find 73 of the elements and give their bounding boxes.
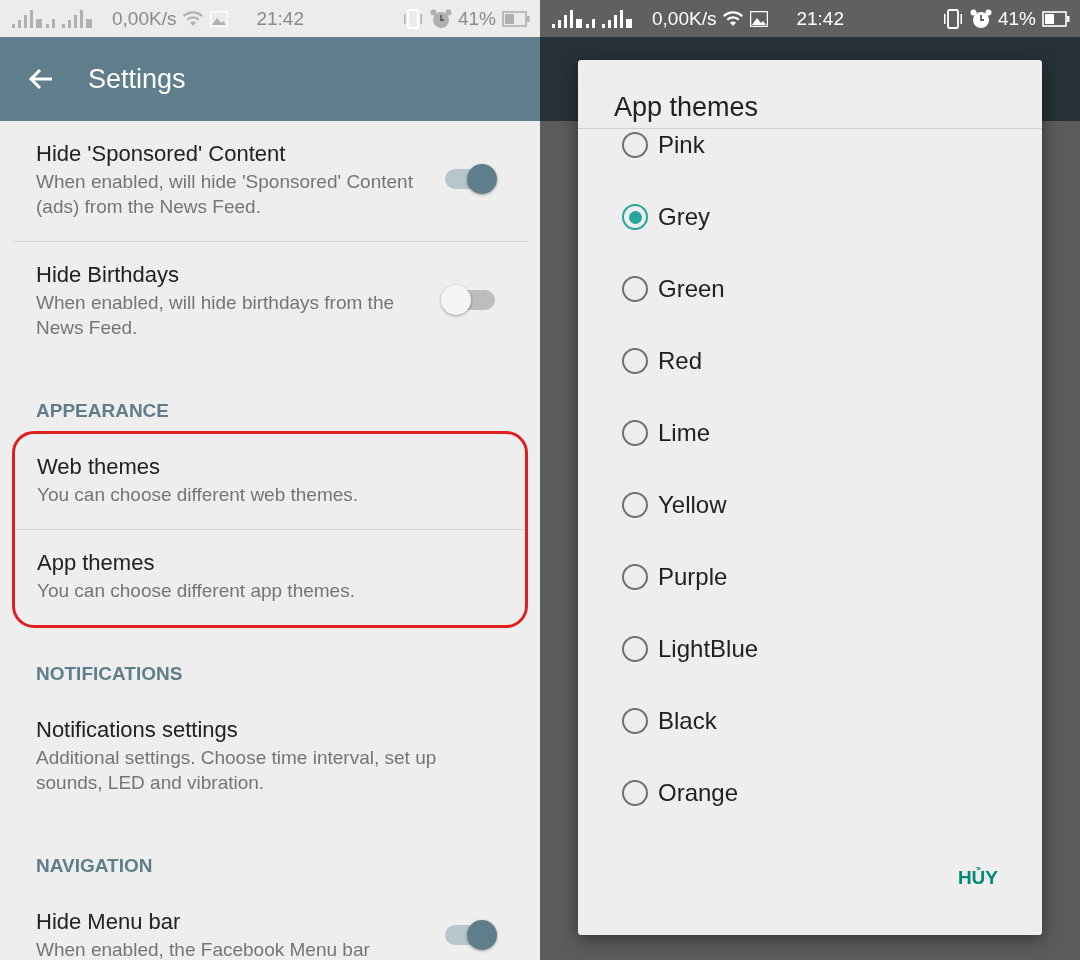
cancel-button[interactable]: HỦY bbox=[951, 861, 1004, 895]
setting-summary: Additional settings. Choose time interval, set up sounds, LED and vibration. bbox=[36, 746, 438, 795]
settings-item[interactable]: App themes You can choose different app themes. bbox=[15, 529, 525, 625]
option-label: Yellow bbox=[658, 491, 727, 519]
dialog-title: App themes bbox=[578, 60, 1042, 129]
setting-title: Notifications settings bbox=[36, 716, 239, 744]
setting-title: Hide 'Sponsored' Content bbox=[36, 140, 287, 168]
radio-button[interactable] bbox=[622, 780, 648, 806]
setting-title: Web themes bbox=[37, 453, 162, 481]
option-label: Orange bbox=[658, 779, 739, 807]
battery-icon bbox=[502, 10, 530, 27]
wifi-icon bbox=[722, 9, 745, 28]
settings-item[interactable]: Notifications settings Additional settings. Choose time interval, set up sounds, LED and vibration. bbox=[12, 697, 528, 817]
radio-button[interactable] bbox=[622, 492, 648, 518]
setting-title: Hide Birthdays bbox=[36, 261, 181, 289]
theme-option[interactable]: Pink bbox=[578, 129, 1042, 181]
settings-item[interactable]: Hide Birthdays When enabled, will hide birthdays from the News Feed. bbox=[12, 241, 528, 362]
theme-option[interactable]: Purple bbox=[578, 541, 1042, 613]
signal-icon bbox=[552, 8, 596, 29]
setting-title: App themes bbox=[37, 549, 156, 577]
setting-title: Hide Menu bar bbox=[36, 908, 182, 936]
section-header: APPEARANCE bbox=[35, 399, 171, 423]
settings-item[interactable]: Hide Menu bar When enabled, the Facebook Menu bar bbox=[12, 889, 528, 960]
image-icon bbox=[750, 10, 769, 27]
theme-option[interactable]: Orange bbox=[578, 757, 1042, 829]
option-label: Pink bbox=[658, 131, 705, 159]
alarm-icon bbox=[429, 8, 452, 29]
battery-icon bbox=[1042, 10, 1070, 27]
radio-button[interactable] bbox=[622, 132, 648, 158]
option-label: Lime bbox=[658, 419, 711, 447]
theme-option[interactable]: Grey bbox=[578, 181, 1042, 253]
option-label: Grey bbox=[658, 203, 710, 231]
signal-icon bbox=[12, 8, 56, 29]
back-arrow-icon[interactable] bbox=[28, 67, 54, 91]
clock: 21:42 bbox=[796, 7, 844, 30]
radio-button[interactable] bbox=[622, 564, 648, 590]
network-speed: 0,00K/s bbox=[652, 7, 717, 30]
battery-percent: 41% bbox=[997, 7, 1036, 30]
setting-summary: When enabled, will hide 'Sponsored' Content (ads) from the News Feed. bbox=[36, 170, 414, 219]
theme-option[interactable]: Black bbox=[578, 685, 1042, 757]
radio-button[interactable] bbox=[622, 276, 648, 302]
vibrate-icon bbox=[401, 8, 424, 29]
section-header: NAVIGATION bbox=[35, 854, 154, 878]
radio-button[interactable] bbox=[622, 204, 648, 230]
radio-button[interactable] bbox=[622, 636, 648, 662]
theme-option[interactable]: Green bbox=[578, 253, 1042, 325]
radio-button[interactable] bbox=[622, 708, 648, 734]
app-bar-title: Settings bbox=[88, 63, 186, 95]
setting-summary: You can choose different web themes. bbox=[37, 483, 360, 507]
settings-item[interactable]: Web themes You can choose different web themes. bbox=[15, 434, 525, 529]
theme-option[interactable]: Lime bbox=[578, 397, 1042, 469]
radio-button[interactable] bbox=[622, 420, 648, 446]
settings-item[interactable]: Hide 'Sponsored' Content When enabled, will hide 'Sponsored' Content (ads) from the News Feed. bbox=[12, 121, 528, 241]
option-label: Black bbox=[658, 707, 717, 735]
network-speed: 0,00K/s bbox=[112, 7, 177, 30]
setting-summary: You can choose different app themes. bbox=[37, 579, 356, 603]
image-icon bbox=[210, 10, 229, 27]
theme-option[interactable]: Red bbox=[578, 325, 1042, 397]
wifi-icon bbox=[182, 9, 205, 28]
option-label: Purple bbox=[658, 563, 728, 591]
theme-option[interactable]: LightBlue bbox=[578, 613, 1042, 685]
setting-summary: When enabled, the Facebook Menu bar bbox=[36, 938, 371, 960]
clock: 21:42 bbox=[256, 7, 304, 30]
option-label: LightBlue bbox=[658, 635, 759, 663]
radio-button[interactable] bbox=[622, 348, 648, 374]
option-label: Red bbox=[658, 347, 703, 375]
theme-option[interactable]: Yellow bbox=[578, 469, 1042, 541]
option-label: Green bbox=[658, 275, 725, 303]
vibrate-icon bbox=[941, 8, 964, 29]
section-header: NOTIFICATIONS bbox=[35, 662, 184, 686]
setting-summary: When enabled, will hide birthdays from the News Feed. bbox=[36, 291, 396, 340]
battery-percent: 41% bbox=[457, 7, 496, 30]
alarm-icon bbox=[969, 8, 992, 29]
